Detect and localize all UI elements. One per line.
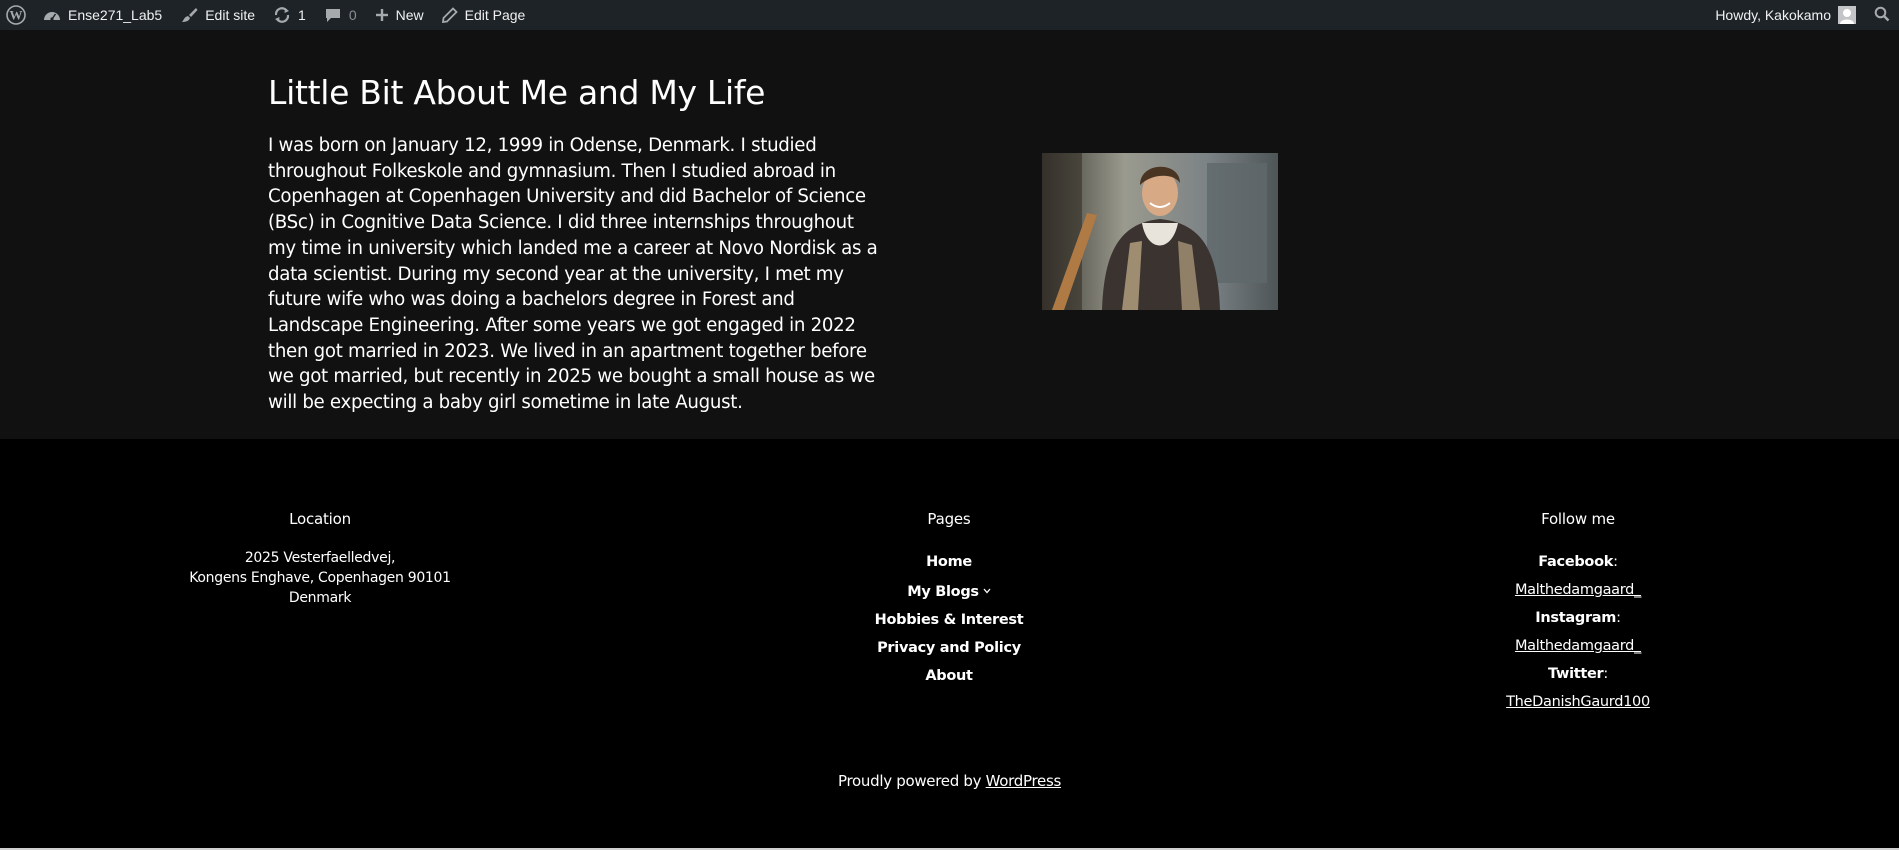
- nav-link-hobbies[interactable]: Hobbies & Interest: [769, 606, 1129, 634]
- footer-location: Location 2025 Vesterfaelledvej, Kongens …: [140, 510, 500, 608]
- admin-bar-right: Howdy, Kakokamo: [1706, 0, 1899, 30]
- address: 2025 Vesterfaelledvej, Kongens Enghave, …: [140, 548, 500, 608]
- instagram-link[interactable]: Malthedamgaard_: [1398, 632, 1758, 660]
- howdy-label: Howdy, Kakokamo: [1715, 7, 1831, 23]
- updates-count: 1: [298, 7, 306, 23]
- search-button[interactable]: [1865, 0, 1899, 30]
- powered-by-text: Proudly powered by: [838, 772, 986, 790]
- follow-heading: Follow me: [1541, 510, 1615, 528]
- avatar: [1838, 6, 1856, 24]
- dashboard-gauge-icon: [43, 7, 61, 23]
- comments-count: 0: [348, 7, 357, 23]
- admin-bar: W Ense271_Lab5 Edit site 1 0 New Edit Pa…: [0, 0, 1899, 30]
- plus-icon: [375, 8, 389, 22]
- address-line-3: Denmark: [288, 590, 352, 606]
- address-line-2: Kongens Enghave, Copenhagen 90101: [189, 570, 451, 586]
- chevron-down-icon[interactable]: [983, 576, 991, 604]
- wordpress-link[interactable]: WordPress: [986, 772, 1062, 790]
- search-icon: [1874, 6, 1890, 25]
- bio-paragraph: I was born on January 12, 1999 in Odense…: [268, 135, 878, 414]
- site-name-menu[interactable]: Ense271_Lab5: [34, 0, 171, 30]
- pages-heading: Pages: [927, 510, 971, 528]
- my-account-menu[interactable]: Howdy, Kakokamo: [1706, 0, 1865, 30]
- facebook-label-text: Facebook: [1538, 554, 1614, 570]
- nav-link-my-blogs-label: My Blogs: [907, 584, 979, 600]
- twitter-label: Twitter:: [1547, 666, 1608, 682]
- profile-photo: [1042, 153, 1278, 310]
- instagram-label-text: Instagram: [1535, 610, 1617, 626]
- nav-link-privacy[interactable]: Privacy and Policy: [769, 634, 1129, 662]
- facebook-link[interactable]: Malthedamgaard_: [1398, 576, 1758, 604]
- site-name-label: Ense271_Lab5: [68, 7, 163, 23]
- footer-pages: Pages Home My Blogs Hobbies & Interest P…: [769, 510, 1129, 690]
- svg-text:W: W: [10, 8, 23, 23]
- nav-link-my-blogs[interactable]: My Blogs: [769, 576, 1129, 606]
- page-title: Little Bit About Me and My Life: [268, 73, 766, 112]
- comment-bubble-icon: [324, 6, 342, 24]
- footer-follow: Follow me Facebook: Malthedamgaard_ Inst…: [1398, 510, 1758, 716]
- edit-site-label: Edit site: [205, 7, 256, 23]
- twitter-label-text: Twitter: [1547, 666, 1604, 682]
- brush-icon: [180, 6, 198, 24]
- updates-refresh-icon: [273, 6, 291, 24]
- location-heading: Location: [289, 510, 351, 528]
- site-footer: Location 2025 Vesterfaelledvej, Kongens …: [0, 439, 1899, 850]
- nav-link-about[interactable]: About: [769, 662, 1129, 690]
- comments-button[interactable]: 0: [315, 0, 366, 30]
- admin-bar-left: W Ense271_Lab5 Edit site 1 0 New Edit Pa…: [0, 0, 534, 30]
- updates-button[interactable]: 1: [264, 0, 315, 30]
- address-line-1: 2025 Vesterfaelledvej,: [244, 550, 396, 566]
- new-content-button[interactable]: New: [366, 0, 433, 30]
- twitter-link[interactable]: TheDanishGaurd100: [1398, 688, 1758, 716]
- powered-by: Proudly powered by WordPress: [0, 772, 1899, 790]
- pencil-icon: [441, 7, 458, 23]
- wordpress-logo-icon[interactable]: W: [0, 0, 34, 30]
- nav-link-home[interactable]: Home: [769, 548, 1129, 576]
- edit-site-button[interactable]: Edit site: [171, 0, 264, 30]
- edit-page-button[interactable]: Edit Page: [433, 0, 535, 30]
- main-content: Little Bit About Me and My Life I was bo…: [0, 30, 1899, 439]
- new-label: New: [395, 7, 424, 23]
- instagram-label: Instagram:: [1535, 610, 1621, 626]
- facebook-label: Facebook:: [1538, 554, 1618, 570]
- edit-page-label: Edit Page: [464, 7, 526, 23]
